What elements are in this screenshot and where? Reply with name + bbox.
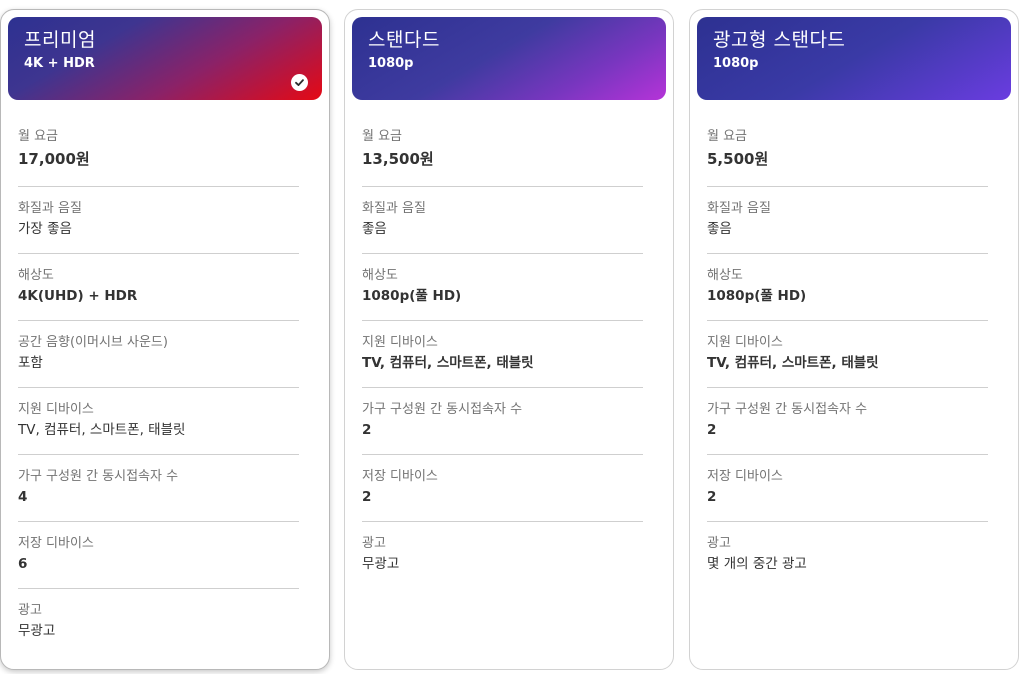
feature-value: 2 [707, 422, 717, 438]
feature-label: 화질과 음질 [707, 201, 771, 216]
feature-row-quality: 화질과 음질 가장 좋음 [18, 187, 299, 254]
feature-value: 17,000원 [18, 150, 90, 168]
check-circle-icon [291, 74, 308, 91]
plan-name: 광고형 스탠다드 [713, 29, 846, 51]
feature-value: 가장 좋음 [18, 221, 72, 237]
feature-label: 해상도 [707, 268, 743, 283]
feature-row-simultaneous-streams: 가구 구성원 간 동시접속자 수 2 [707, 388, 988, 455]
feature-row-resolution: 해상도 4K(UHD) + HDR [18, 254, 299, 321]
feature-value: 4 [18, 489, 28, 505]
feature-row-resolution: 해상도 1080p(풀 HD) [707, 254, 988, 321]
feature-label: 저장 디바이스 [362, 469, 438, 484]
feature-label: 가구 구성원 간 동시접속자 수 [707, 402, 868, 417]
feature-label: 저장 디바이스 [707, 469, 783, 484]
feature-value: 13,500원 [362, 150, 434, 168]
plan-resolution: 1080p [368, 56, 414, 71]
feature-row-simultaneous-streams: 가구 구성원 간 동시접속자 수 2 [362, 388, 643, 455]
plan-name: 프리미엄 [24, 29, 96, 51]
feature-label: 광고 [707, 536, 731, 551]
feature-label: 광고 [18, 603, 42, 618]
feature-row-quality: 화질과 음질 좋음 [362, 187, 643, 254]
feature-value: 6 [18, 556, 28, 572]
feature-label: 광고 [362, 536, 386, 551]
feature-row-ads: 광고 무광고 [18, 589, 299, 656]
feature-row-devices: 지원 디바이스 TV, 컴퓨터, 스마트폰, 태블릿 [362, 321, 643, 388]
plan-header-premium[interactable]: 프리미엄 4K + HDR [8, 17, 322, 100]
feature-label: 월 요금 [707, 129, 748, 144]
plan-card-premium[interactable]: 프리미엄 4K + HDR 월 요금 17,000원 화질과 음질 가장 좋음 … [0, 9, 330, 670]
plan-selection: 프리미엄 4K + HDR 월 요금 17,000원 화질과 음질 가장 좋음 … [0, 0, 1028, 674]
feature-row-monthly-price: 월 요금 13,500원 [362, 128, 643, 187]
plan-name: 스탠다드 [368, 29, 440, 51]
feature-value: 4K(UHD) + HDR [18, 288, 138, 304]
feature-value: 몇 개의 중간 광고 [707, 556, 807, 572]
feature-value: 좋음 [707, 221, 732, 237]
feature-label: 월 요금 [362, 129, 403, 144]
feature-value: 포함 [18, 355, 43, 371]
plan-card-standard-with-ads[interactable]: 광고형 스탠다드 1080p 월 요금 5,500원 화질과 음질 좋음 해상도… [689, 9, 1019, 670]
feature-value: 5,500원 [707, 150, 769, 168]
feature-value: 1080p(풀 HD) [707, 288, 807, 304]
feature-label: 화질과 음질 [362, 201, 426, 216]
feature-label: 지원 디바이스 [18, 402, 94, 417]
plan-card-standard[interactable]: 스탠다드 1080p 월 요금 13,500원 화질과 음질 좋음 해상도 10… [344, 9, 674, 670]
plan-header-standard[interactable]: 스탠다드 1080p [352, 17, 666, 100]
feature-value: 좋음 [362, 221, 387, 237]
feature-row-devices: 지원 디바이스 TV, 컴퓨터, 스마트폰, 태블릿 [18, 388, 299, 455]
feature-label: 월 요금 [18, 129, 59, 144]
feature-label: 저장 디바이스 [18, 536, 94, 551]
feature-value: 1080p(풀 HD) [362, 288, 462, 304]
plan-header-standard-with-ads[interactable]: 광고형 스탠다드 1080p [697, 17, 1011, 100]
feature-value: 무광고 [18, 623, 56, 639]
feature-row-devices: 지원 디바이스 TV, 컴퓨터, 스마트폰, 태블릿 [707, 321, 988, 388]
feature-value: TV, 컴퓨터, 스마트폰, 태블릿 [362, 355, 534, 371]
feature-value: TV, 컴퓨터, 스마트폰, 태블릿 [18, 422, 186, 438]
feature-row-resolution: 해상도 1080p(풀 HD) [362, 254, 643, 321]
feature-label: 공간 음향(이머시브 사운드) [18, 335, 168, 350]
plan-feature-list: 월 요금 17,000원 화질과 음질 가장 좋음 해상도 4K(UHD) + … [18, 128, 299, 656]
feature-row-quality: 화질과 음질 좋음 [707, 187, 988, 254]
feature-row-download-devices: 저장 디바이스 2 [362, 455, 643, 522]
feature-label: 해상도 [18, 268, 54, 283]
feature-row-ads: 광고 무광고 [362, 522, 643, 589]
feature-row-monthly-price: 월 요금 17,000원 [18, 128, 299, 187]
feature-label: 가구 구성원 간 동시접속자 수 [18, 469, 179, 484]
feature-row-download-devices: 저장 디바이스 6 [18, 522, 299, 589]
plan-resolution: 4K + HDR [24, 56, 95, 71]
feature-row-monthly-price: 월 요금 5,500원 [707, 128, 988, 187]
feature-value: TV, 컴퓨터, 스마트폰, 태블릿 [707, 355, 879, 371]
feature-label: 지원 디바이스 [362, 335, 438, 350]
plan-feature-list: 월 요금 5,500원 화질과 음질 좋음 해상도 1080p(풀 HD) 지원… [707, 128, 988, 589]
feature-value: 무광고 [362, 556, 400, 572]
feature-label: 지원 디바이스 [707, 335, 783, 350]
feature-row-simultaneous-streams: 가구 구성원 간 동시접속자 수 4 [18, 455, 299, 522]
feature-label: 해상도 [362, 268, 398, 283]
feature-row-download-devices: 저장 디바이스 2 [707, 455, 988, 522]
plan-feature-list: 월 요금 13,500원 화질과 음질 좋음 해상도 1080p(풀 HD) 지… [362, 128, 643, 589]
feature-value: 2 [707, 489, 717, 505]
feature-row-spatial-audio: 공간 음향(이머시브 사운드) 포함 [18, 321, 299, 388]
feature-label: 가구 구성원 간 동시접속자 수 [362, 402, 523, 417]
feature-row-ads: 광고 몇 개의 중간 광고 [707, 522, 988, 589]
feature-label: 화질과 음질 [18, 201, 82, 216]
feature-value: 2 [362, 489, 372, 505]
plan-resolution: 1080p [713, 56, 759, 71]
feature-value: 2 [362, 422, 372, 438]
